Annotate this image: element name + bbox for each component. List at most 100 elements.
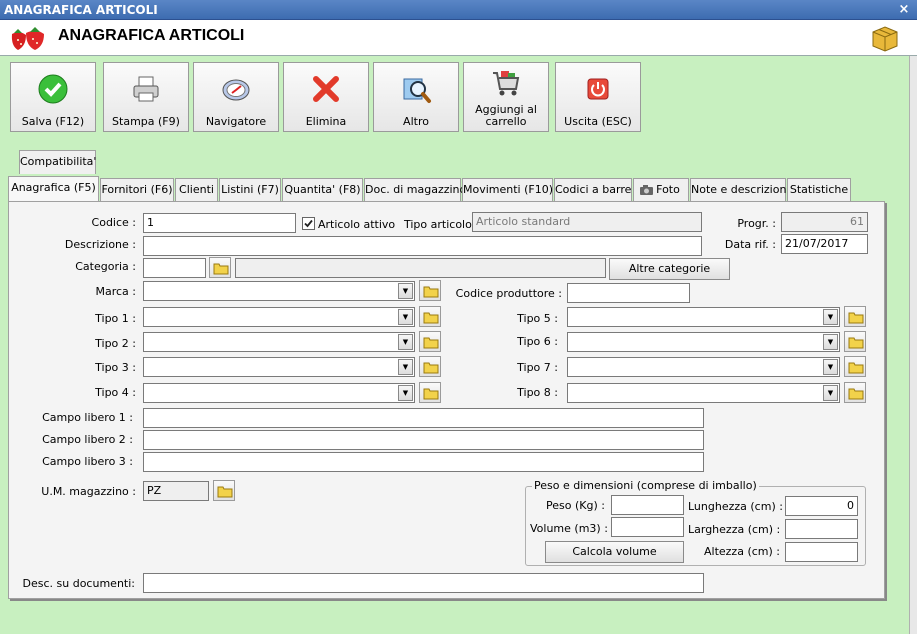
calcola-volume-button[interactable]: Calcola volume bbox=[545, 541, 684, 563]
folder-icon bbox=[423, 337, 439, 349]
tipo-1-browse-button[interactable] bbox=[419, 306, 441, 327]
navigator-button[interactable]: Navigatore bbox=[193, 62, 279, 132]
tipo-8-browse-button[interactable] bbox=[844, 382, 866, 403]
strawberry-icon bbox=[11, 27, 44, 50]
window-titlebar: ANAGRAFICA ARTICOLI × bbox=[0, 0, 917, 20]
tipo-4-select[interactable]: ▼ bbox=[143, 383, 415, 403]
tab-movimenti[interactable]: Movimenti (F10) bbox=[462, 178, 553, 202]
tipo-7-select[interactable]: ▼ bbox=[567, 357, 840, 377]
tipo-3-browse-button[interactable] bbox=[419, 356, 441, 377]
printer-icon bbox=[133, 76, 159, 102]
altre-categorie-button[interactable]: Altre categorie bbox=[609, 258, 730, 280]
delete-button[interactable]: Elimina bbox=[283, 62, 369, 132]
progr-field: 61 bbox=[781, 212, 868, 232]
window-title: ANAGRAFICA ARTICOLI bbox=[4, 3, 158, 17]
chevron-down-icon[interactable]: ▼ bbox=[398, 385, 413, 401]
close-icon[interactable]: × bbox=[897, 0, 911, 20]
peso-input[interactable] bbox=[611, 495, 684, 515]
tipo-4-browse-button[interactable] bbox=[419, 382, 441, 403]
tab-foto-label: Foto bbox=[656, 183, 680, 196]
chevron-down-icon[interactable]: ▼ bbox=[823, 385, 838, 401]
add-to-cart-button[interactable]: Aggiungi al carrello bbox=[463, 62, 549, 132]
save-button[interactable]: Salva (F12) bbox=[10, 62, 96, 132]
tab-statistiche[interactable]: Statistiche bbox=[787, 178, 851, 202]
campo-libero-2-input[interactable] bbox=[143, 430, 704, 450]
tab-listini[interactable]: Listini (F7) bbox=[219, 178, 281, 202]
other-button[interactable]: Altro bbox=[373, 62, 459, 132]
folder-icon bbox=[848, 337, 864, 349]
codice-produttore-input[interactable] bbox=[567, 283, 690, 303]
tipo-8-label: Tipo 8 : bbox=[517, 386, 558, 399]
um-magazzino-field[interactable]: PZ bbox=[143, 481, 209, 501]
tab-compatibilita[interactable]: Compatibilita' bbox=[19, 150, 96, 174]
descrizione-input[interactable] bbox=[143, 236, 702, 256]
chevron-down-icon[interactable]: ▼ bbox=[398, 359, 413, 375]
power-icon bbox=[587, 78, 609, 100]
codice-produttore-label: Codice produttore : bbox=[455, 287, 562, 300]
boxes-icon bbox=[872, 26, 898, 52]
desc-documenti-label: Desc. su documenti: bbox=[22, 577, 135, 590]
save-label: Salva (F12) bbox=[21, 115, 85, 128]
tipo-5-browse-button[interactable] bbox=[844, 306, 866, 327]
tipo-6-browse-button[interactable] bbox=[844, 331, 866, 352]
tipo-3-select[interactable]: ▼ bbox=[143, 357, 415, 377]
tipo-1-label: Tipo 1 : bbox=[95, 312, 136, 325]
chevron-down-icon[interactable]: ▼ bbox=[398, 283, 413, 299]
marca-select[interactable]: ▼ bbox=[143, 281, 415, 301]
larghezza-input[interactable] bbox=[785, 519, 858, 539]
tipo-7-browse-button[interactable] bbox=[844, 356, 866, 377]
categoria-browse-button[interactable] bbox=[209, 257, 231, 278]
tipo-7-label: Tipo 7 : bbox=[517, 361, 558, 374]
campo-libero-3-input[interactable] bbox=[143, 452, 704, 472]
tipo-2-label: Tipo 2 : bbox=[95, 337, 136, 350]
tab-fornitori[interactable]: Fornitori (F6) bbox=[100, 178, 174, 202]
tipo-articolo-label: Tipo articolo : bbox=[404, 218, 480, 231]
magnifier-icon bbox=[403, 78, 431, 103]
volume-input[interactable] bbox=[611, 517, 684, 537]
campo-libero-1-input[interactable] bbox=[143, 408, 704, 428]
tab-codici-barre[interactable]: Codici a barre bbox=[554, 178, 632, 202]
progr-label: Progr. : bbox=[737, 217, 776, 230]
tipo-2-browse-button[interactable] bbox=[419, 331, 441, 352]
folder-icon bbox=[217, 486, 233, 498]
codice-input[interactable]: 1 bbox=[143, 213, 296, 233]
weight-dimensions-title: Peso e dimensioni (comprese di imballo) bbox=[532, 479, 759, 492]
tipo-2-select[interactable]: ▼ bbox=[143, 332, 415, 352]
chevron-down-icon[interactable]: ▼ bbox=[398, 309, 413, 325]
scrollbar[interactable] bbox=[909, 56, 917, 634]
exit-button[interactable]: Uscita (ESC) bbox=[555, 62, 641, 132]
add-to-cart-label: Aggiungi al carrello bbox=[475, 103, 537, 128]
descrizione-label: Descrizione : bbox=[64, 238, 136, 251]
codice-label: Codice : bbox=[91, 216, 136, 229]
tipo-8-select[interactable]: ▼ bbox=[567, 383, 840, 403]
um-magazzino-label: U.M. magazzino : bbox=[41, 485, 136, 498]
tipo-5-select[interactable]: ▼ bbox=[567, 307, 840, 327]
tab-anagrafica[interactable]: Anagrafica (F5) bbox=[8, 176, 99, 203]
desc-documenti-input[interactable] bbox=[143, 573, 704, 593]
tab-note-descrizioni[interactable]: Note e descrizioni bbox=[690, 178, 790, 202]
campo-libero-3-label: Campo libero 3 : bbox=[42, 455, 133, 468]
tipo-1-select[interactable]: ▼ bbox=[143, 307, 415, 327]
tab-doc-magazzino[interactable]: Doc. di magazzino bbox=[364, 178, 466, 202]
other-label: Altro bbox=[403, 115, 429, 128]
tab-foto[interactable]: Foto bbox=[633, 178, 689, 202]
articolo-attivo-checkbox[interactable] bbox=[302, 217, 315, 230]
chevron-down-icon[interactable]: ▼ bbox=[823, 334, 838, 350]
tipo-6-select[interactable]: ▼ bbox=[567, 332, 840, 352]
tab-clienti[interactable]: Clienti bbox=[175, 178, 218, 202]
marca-browse-button[interactable] bbox=[419, 280, 441, 301]
categoria-input[interactable] bbox=[143, 258, 206, 278]
compass-icon bbox=[222, 79, 250, 101]
lunghezza-input[interactable]: 0 bbox=[785, 496, 858, 516]
chevron-down-icon[interactable]: ▼ bbox=[398, 334, 413, 350]
articolo-attivo-label: Articolo attivo bbox=[318, 218, 396, 231]
folder-icon bbox=[848, 312, 864, 324]
chevron-down-icon[interactable]: ▼ bbox=[823, 309, 838, 325]
print-button[interactable]: Stampa (F9) bbox=[103, 62, 189, 132]
altezza-input[interactable] bbox=[785, 542, 858, 562]
delete-label: Elimina bbox=[305, 115, 347, 128]
um-browse-button[interactable] bbox=[213, 480, 235, 501]
tab-quantita[interactable]: Quantita' (F8) bbox=[282, 178, 363, 202]
data-rif-input[interactable]: 21/07/2017 bbox=[781, 234, 868, 254]
chevron-down-icon[interactable]: ▼ bbox=[823, 359, 838, 375]
